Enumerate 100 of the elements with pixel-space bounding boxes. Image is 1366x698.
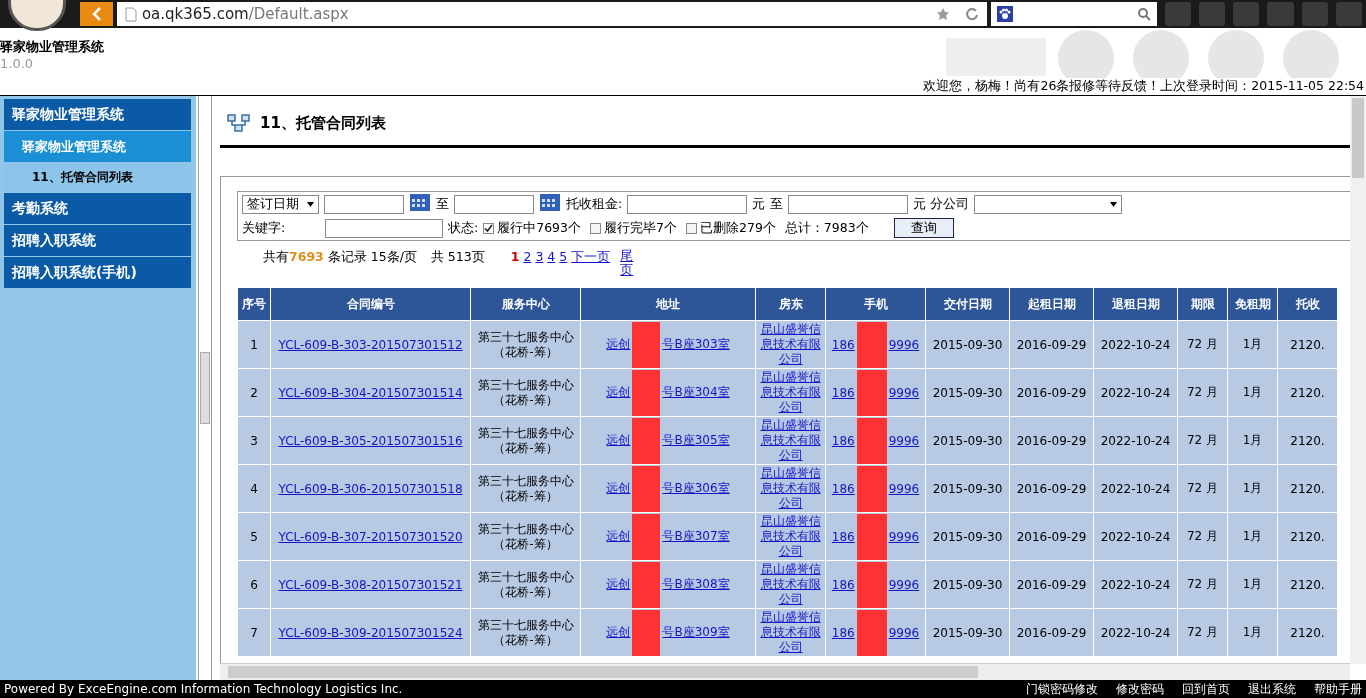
phone-link[interactable]: 186 — [831, 433, 855, 448]
page-link[interactable]: 4 — [547, 249, 556, 264]
back-icon — [91, 7, 102, 21]
phone-link[interactable]: 9996 — [888, 385, 920, 400]
status-checkbox[interactable] — [483, 222, 495, 234]
branch-label: 元 分公司 — [913, 196, 970, 213]
table-cell: 2016-09-29 — [1016, 625, 1087, 640]
address-link[interactable]: 远创 — [606, 432, 631, 449]
phone-link[interactable]: 9996 — [888, 577, 920, 592]
address-link[interactable]: 号B座307室 — [662, 528, 730, 545]
page-link[interactable]: 5 — [559, 249, 568, 264]
calendar-icon[interactable] — [409, 191, 431, 212]
branch-select[interactable] — [974, 195, 1123, 214]
address-link[interactable]: 远创 — [606, 384, 631, 401]
keyword-field[interactable] — [325, 218, 443, 238]
address-link[interactable]: 远创 — [606, 576, 631, 593]
phone-link[interactable]: 9996 — [888, 529, 920, 544]
phone-link[interactable]: 9996 — [888, 481, 920, 496]
phone-link[interactable]: 186 — [831, 481, 855, 496]
table-cell: 2120. — [1290, 337, 1325, 352]
address-link[interactable]: 远创 — [606, 528, 631, 545]
table-cell: 72 月 — [1186, 577, 1219, 591]
status-option[interactable]: 已删除279个 — [700, 219, 776, 237]
status-option[interactable]: 履行中7693个 — [497, 219, 582, 237]
table-cell: 2015-09-30 — [932, 577, 1003, 592]
status-checkbox[interactable] — [686, 222, 697, 234]
splitter-handle[interactable] — [198, 96, 212, 680]
address-link[interactable]: 号B座308室 — [662, 576, 730, 593]
status-option[interactable]: 履行完毕7个 — [604, 219, 677, 237]
reload-icon[interactable] — [964, 7, 979, 21]
phone-link[interactable]: 186 — [831, 529, 855, 544]
footer-link[interactable]: 修改密码 — [1116, 680, 1164, 698]
table-cell: 1月 — [1242, 433, 1263, 447]
footer-link[interactable]: 退出系统 — [1248, 680, 1296, 698]
table-cell: 3 — [250, 433, 258, 448]
caret-icon — [1110, 202, 1118, 207]
date-from-field[interactable] — [324, 195, 404, 214]
date-type-select[interactable]: 签订日期 — [242, 195, 319, 214]
caret-icon — [307, 202, 314, 207]
phone-link[interactable]: 9996 — [888, 433, 920, 448]
table-cell: 2015-09-30 — [932, 529, 1003, 544]
date-to-field[interactable] — [454, 195, 534, 214]
address-bar[interactable]: oa.qk365.com/Default.aspx — [116, 2, 987, 26]
address-link[interactable]: 远创 — [606, 624, 631, 641]
column-header: 地址 — [580, 287, 756, 321]
footer-link[interactable]: 门锁密码修改 — [1026, 680, 1098, 698]
page-link[interactable]: 1 — [510, 249, 520, 264]
address-link[interactable]: 号B座305室 — [662, 432, 730, 449]
table-cell: 72 月 — [1186, 625, 1219, 639]
search-field[interactable] — [990, 2, 1157, 26]
page-link[interactable]: 3 — [535, 249, 544, 264]
phone-link[interactable]: 9996 — [888, 337, 920, 352]
rent-to-field[interactable] — [788, 195, 909, 214]
calendar-icon[interactable] — [539, 191, 561, 212]
address-link[interactable]: 号B座306室 — [662, 480, 730, 497]
footer-link[interactable]: 回到首页 — [1182, 680, 1230, 698]
horizontal-scrollbar[interactable] — [220, 663, 1350, 680]
redaction-block — [632, 609, 661, 656]
redaction-block — [856, 561, 887, 608]
redaction-block — [632, 417, 661, 464]
rent-from-field[interactable] — [627, 195, 748, 214]
vertical-scrollbar[interactable] — [1350, 96, 1366, 664]
sidebar-item[interactable]: 考勤系统 — [4, 193, 191, 224]
table-cell-text: 第三十七服务中心（花桥-筹） — [476, 425, 575, 456]
star-icon[interactable] — [935, 7, 950, 21]
address-link[interactable]: 远创 — [606, 336, 631, 353]
address-link[interactable]: 号B座303室 — [662, 336, 730, 353]
table-cell: 2015-09-30 — [932, 481, 1003, 496]
address-link[interactable]: 号B座304室 — [662, 384, 730, 401]
sidebar-item[interactable]: 驿家物业管理系统 — [4, 131, 191, 162]
search-button[interactable]: 查询 — [893, 218, 954, 238]
phone-link[interactable]: 9996 — [888, 625, 920, 640]
page-count: 共 513页 — [430, 249, 485, 266]
address-link[interactable]: 远创 — [606, 480, 631, 497]
table-cell-text: 第三十七服务中心（花桥-筹） — [476, 473, 575, 504]
footer-link[interactable]: 帮助手册 — [1314, 680, 1362, 698]
column-header: 托收 — [1277, 287, 1338, 321]
address-link[interactable]: 号B座309室 — [662, 624, 730, 641]
phone-link[interactable]: 186 — [831, 385, 855, 400]
sidebar-item[interactable]: 11、托管合同列表 — [4, 163, 191, 192]
app-title: 驿家物业管理系统 — [0, 38, 104, 56]
table-cell: 72 月 — [1186, 337, 1219, 351]
table-cell: 2022-10-24 — [1100, 529, 1171, 544]
table-cell: 2022-10-24 — [1100, 481, 1171, 496]
page-link[interactable]: 2 — [523, 249, 532, 264]
phone-link[interactable]: 186 — [831, 625, 855, 640]
phone-link[interactable]: 186 — [831, 337, 855, 352]
keyword-label: 关键字: — [242, 219, 287, 237]
phone-link[interactable]: 186 — [831, 577, 855, 592]
sidebar-item[interactable]: 驿家物业管理系统 — [4, 99, 191, 130]
sidebar-item[interactable]: 招聘入职系统(手机) — [4, 257, 191, 288]
status-checkbox[interactable] — [590, 222, 602, 234]
table-cell-text: 第三十七服务中心（花桥-筹） — [476, 329, 575, 360]
sidebar-item[interactable]: 招聘入职系统 — [4, 225, 191, 256]
back-button[interactable] — [80, 2, 113, 26]
column-header: 服务中心 — [470, 287, 581, 321]
last-page-link[interactable]: 尾页 — [620, 249, 635, 277]
next-page-link[interactable]: 下一页 — [571, 249, 611, 266]
total-count: 总计：7983个 — [784, 219, 869, 237]
table-cell: 2022-10-24 — [1100, 385, 1171, 400]
